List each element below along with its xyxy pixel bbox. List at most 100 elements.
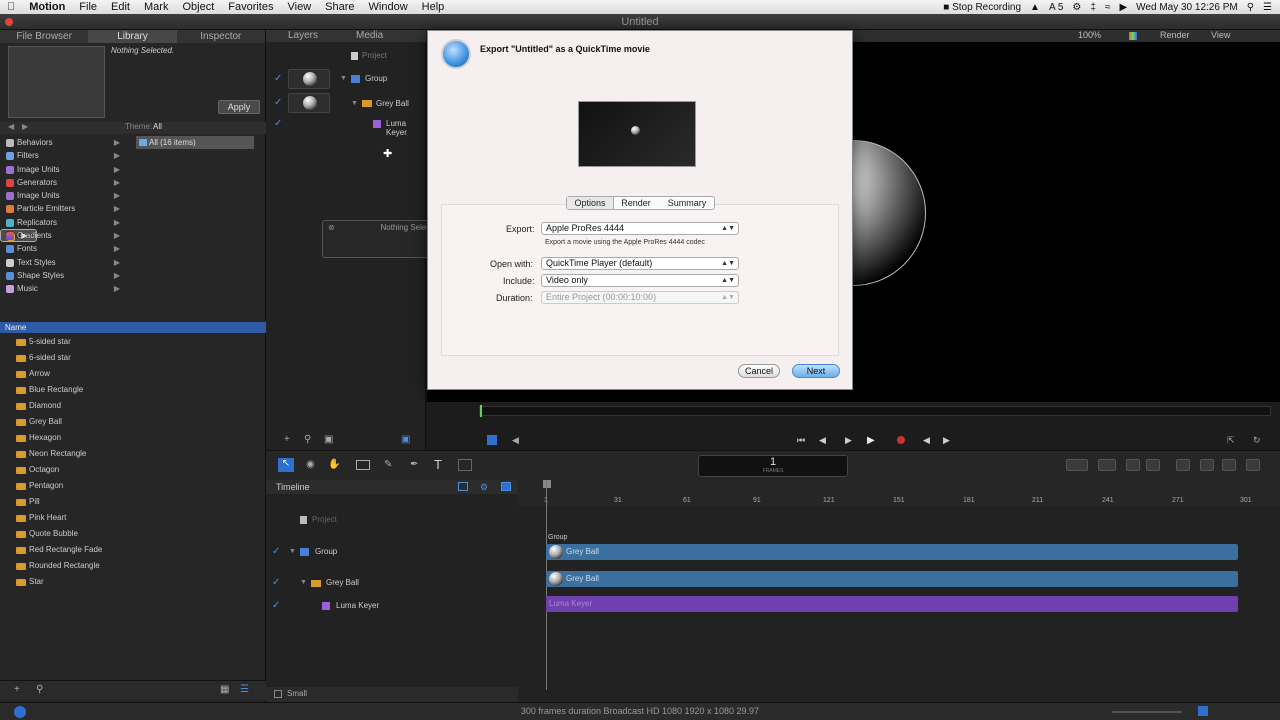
- list-item[interactable]: Grey Ball: [0, 414, 266, 430]
- list-view-icon[interactable]: ☰: [240, 684, 249, 695]
- zoom-slider[interactable]: [1112, 711, 1182, 713]
- zoom-fit-icon[interactable]: [1198, 706, 1208, 716]
- go-to-start-icon[interactable]: ⏮: [797, 435, 805, 446]
- layer-grey-ball[interactable]: Grey Ball: [376, 99, 409, 108]
- clock[interactable]: Wed May 30 12:26 PM: [1136, 2, 1238, 13]
- particle-button-icon[interactable]: [1200, 459, 1214, 471]
- text-tool-icon[interactable]: T: [434, 457, 442, 472]
- list-item[interactable]: Pentagon: [0, 478, 266, 494]
- list-icon[interactable]: ☰: [1263, 2, 1272, 13]
- add-layer-icon[interactable]: +: [284, 434, 290, 445]
- theme-select[interactable]: All: [153, 122, 162, 131]
- replicator-button-icon[interactable]: [1222, 459, 1236, 471]
- disclosure-triangle[interactable]: ▼: [340, 75, 347, 82]
- tab-file-browser[interactable]: File Browser: [0, 30, 88, 43]
- apply-button[interactable]: Apply: [218, 100, 260, 114]
- name-column-header[interactable]: Name: [0, 322, 266, 333]
- duration-select[interactable]: Entire Project (00:00:10:00) ▲▼: [541, 291, 739, 304]
- paint-tool-icon[interactable]: ✒: [410, 459, 418, 470]
- category-shape-styles[interactable]: Shape Styles ▶: [0, 269, 128, 282]
- track-luma-keyer[interactable]: Luma Keyer: [336, 601, 379, 610]
- stop-recording-item[interactable]: ■ Stop Recording: [943, 2, 1021, 13]
- make-clone-icon[interactable]: [1066, 459, 1088, 471]
- menu-object[interactable]: Object: [175, 0, 221, 14]
- subcategory-all[interactable]: All (16 items): [136, 136, 254, 149]
- behavior-button-icon[interactable]: [1176, 459, 1190, 471]
- include-select[interactable]: Video only ▲▼: [541, 274, 739, 287]
- menu-favorites[interactable]: Favorites: [221, 0, 280, 14]
- bluetooth-icon[interactable]: ‡: [1090, 2, 1096, 13]
- camera-icon[interactable]: [1098, 459, 1116, 471]
- grey-ball-track-checkbox[interactable]: ✓: [272, 577, 280, 588]
- category-text-styles[interactable]: Text Styles ▶: [0, 256, 128, 269]
- group-visibility-checkbox[interactable]: ✓: [274, 73, 282, 84]
- group-track-checkbox[interactable]: ✓: [272, 546, 280, 557]
- back-icon[interactable]: ◀: [8, 122, 14, 131]
- generator-button-icon[interactable]: [1126, 459, 1140, 471]
- list-item[interactable]: Pink Heart: [0, 510, 266, 526]
- render-menu[interactable]: Render: [1160, 30, 1190, 40]
- show-filters-icon[interactable]: [501, 482, 511, 491]
- list-item[interactable]: Blue Rectangle: [0, 382, 266, 398]
- disclosure-triangle[interactable]: ▼: [351, 100, 358, 107]
- luma-keyer-visibility-checkbox[interactable]: ✓: [274, 118, 282, 129]
- play-icon[interactable]: ▶: [867, 435, 875, 446]
- tab-layers[interactable]: Layers: [288, 30, 318, 41]
- list-item[interactable]: Octagon: [0, 462, 266, 478]
- audio-icon[interactable]: ◀: [512, 435, 519, 446]
- grey-ball-clip-2[interactable]: Grey Ball: [546, 571, 1238, 587]
- category-gradients[interactable]: Gradients ▶: [0, 229, 128, 242]
- tab-render[interactable]: Render: [616, 197, 656, 209]
- grid-view-icon[interactable]: ▦: [220, 684, 229, 695]
- list-item[interactable]: Neon Rectangle: [0, 446, 266, 462]
- tab-library[interactable]: Library: [88, 30, 177, 43]
- luma-keyer-clip[interactable]: Luma Keyer: [546, 596, 1238, 612]
- grey-ball-clip-1[interactable]: Grey Ball: [546, 544, 1238, 560]
- menu-app[interactable]: Motion: [22, 0, 72, 14]
- layer-options-icon[interactable]: ▣: [324, 434, 333, 445]
- view-menu[interactable]: View: [1211, 30, 1230, 40]
- forward-icon[interactable]: ▶: [22, 122, 28, 131]
- disclosure-triangle[interactable]: ▼: [289, 548, 296, 555]
- tab-summary[interactable]: Summary: [659, 197, 715, 209]
- category-replicators[interactable]: Replicators ▶: [0, 216, 128, 229]
- list-item[interactable]: Star: [0, 574, 266, 590]
- category-image-units-1[interactable]: Image Units ▶: [0, 163, 128, 176]
- luma-keyer-track-checkbox[interactable]: ✓: [272, 600, 280, 611]
- filter-button-icon[interactable]: [1146, 459, 1160, 471]
- bezier-tool-icon[interactable]: ✎: [384, 459, 392, 470]
- battery-indicator[interactable]: A 5: [1049, 2, 1063, 13]
- select-tool-icon[interactable]: ↖: [278, 458, 294, 472]
- apple-icon[interactable]: : [0, 0, 22, 14]
- transform-tool-icon[interactable]: ◉: [306, 459, 315, 470]
- search-icon[interactable]: ⚲: [1247, 2, 1254, 13]
- list-item[interactable]: 6-sided star: [0, 350, 266, 366]
- show-video-icon[interactable]: [458, 482, 468, 491]
- layer-view-icon[interactable]: ▣: [401, 434, 410, 445]
- tab-options[interactable]: Options: [567, 197, 614, 209]
- add-icon[interactable]: +: [14, 684, 20, 695]
- loop-icon[interactable]: ▶: [943, 435, 950, 446]
- list-item[interactable]: Arrow: [0, 366, 266, 382]
- sync-icon[interactable]: ⚙: [1072, 2, 1081, 13]
- list-item[interactable]: Hexagon: [0, 430, 266, 446]
- timeline-ruler[interactable]: 1 31 61 91 121 151 181 211 241 271 301: [518, 480, 1280, 506]
- grey-ball-visibility-checkbox[interactable]: ✓: [274, 97, 282, 108]
- category-particle-emitters[interactable]: Particle Emitters ▶: [0, 202, 128, 215]
- layer-group[interactable]: Group: [365, 74, 387, 83]
- tab-inspector[interactable]: Inspector: [177, 30, 265, 43]
- step-back-icon[interactable]: ◀: [819, 435, 826, 446]
- category-behaviors[interactable]: Behaviors ▶: [0, 136, 128, 149]
- category-generators[interactable]: Generators ▶: [0, 176, 128, 189]
- status-icon[interactable]: ▲: [1030, 2, 1040, 13]
- timeline-options-icon[interactable]: [274, 690, 282, 698]
- list-item[interactable]: Diamond: [0, 398, 266, 414]
- track-size-select[interactable]: Small: [287, 689, 307, 698]
- menu-view[interactable]: View: [281, 0, 319, 14]
- list-item[interactable]: Rounded Rectangle: [0, 558, 266, 574]
- search-icon[interactable]: ⚲: [36, 684, 43, 695]
- menu-window[interactable]: Window: [362, 0, 415, 14]
- menu-edit[interactable]: Edit: [104, 0, 137, 14]
- menu-share[interactable]: Share: [318, 0, 361, 14]
- step-forward-icon[interactable]: ▶: [845, 435, 852, 446]
